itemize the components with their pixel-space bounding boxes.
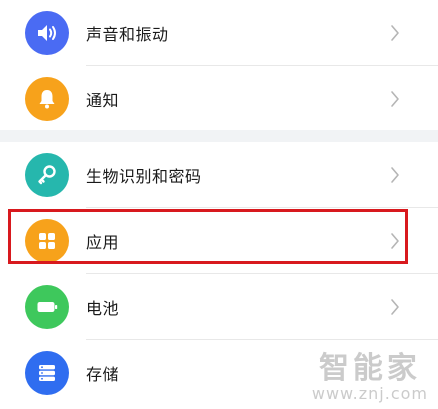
settings-item-sound[interactable]: 声音和振动 (0, 0, 438, 66)
chevron-right-icon (391, 167, 399, 183)
chevron-right-icon (391, 299, 399, 315)
settings-item-label: 生物识别和密码 (86, 167, 202, 186)
speaker-icon (25, 11, 69, 55)
key-icon (25, 153, 69, 197)
settings-item-apps[interactable]: 应用 (0, 208, 438, 274)
settings-group-1: 声音和振动 通知 (0, 0, 438, 130)
settings-item-biometrics[interactable]: 生物识别和密码 (0, 142, 438, 208)
watermark: 智能家 www.znj.com (312, 353, 428, 403)
settings-item-label: 声音和振动 (86, 25, 169, 44)
watermark-url: www.znj.com (311, 384, 428, 403)
apps-grid-icon (25, 219, 69, 263)
chevron-right-icon (391, 91, 399, 107)
section-spacer (0, 130, 438, 142)
settings-item-battery[interactable]: 电池 (0, 274, 438, 340)
watermark-text: 智能家 (318, 351, 421, 386)
chevron-right-icon (391, 25, 399, 41)
bell-icon (25, 77, 69, 121)
settings-item-label: 存储 (86, 365, 120, 384)
settings-item-label: 电池 (86, 299, 120, 318)
settings-item-label: 通知 (86, 91, 120, 110)
storage-icon (25, 351, 69, 395)
battery-icon (25, 285, 69, 329)
settings-item-notifications[interactable]: 通知 (0, 66, 438, 132)
settings-item-label: 应用 (86, 233, 120, 252)
chevron-right-icon (391, 233, 399, 249)
